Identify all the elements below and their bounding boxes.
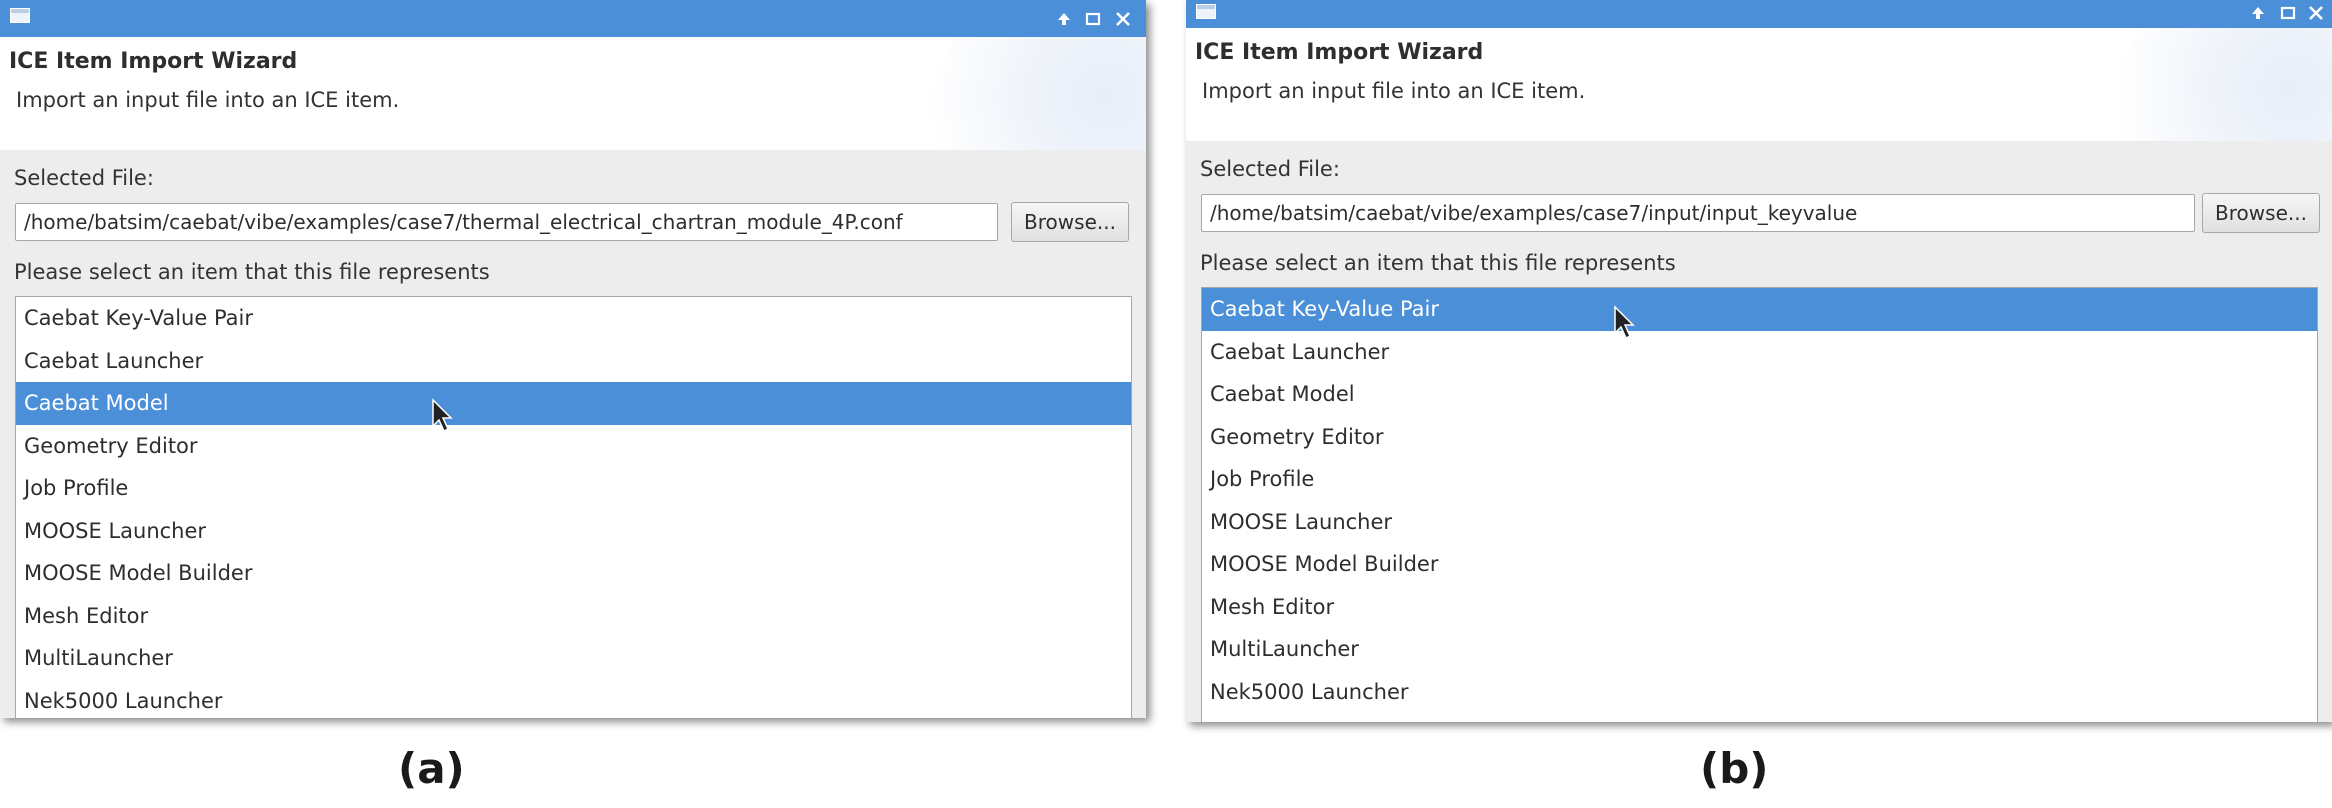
wizard-window-a: ICE Item Import Wizard Import an input f… <box>0 0 1146 718</box>
item-type-list[interactable]: Caebat Key-Value Pair Caebat Launcher Caeb… <box>1201 287 2318 722</box>
wizard-body: Selected File: /home/batsim/caebat/vibe/… <box>0 150 1146 718</box>
list-item[interactable]: MultiLauncher <box>16 637 1131 680</box>
list-item[interactable]: Caebat Launcher <box>1202 331 2317 374</box>
selected-file-field[interactable]: /home/batsim/caebat/vibe/examples/case7/… <box>1201 194 2195 232</box>
maximize-icon[interactable] <box>1082 8 1104 30</box>
mouse-cursor-icon <box>432 398 453 433</box>
selected-file-field[interactable]: /home/batsim/caebat/vibe/examples/case7/… <box>15 203 998 241</box>
list-item[interactable]: Geometry Editor <box>1202 416 2317 459</box>
selected-file-label: Selected File: <box>14 166 154 190</box>
wizard-title: ICE Item Import Wizard <box>9 49 298 74</box>
window-titlebar[interactable] <box>1186 0 2332 28</box>
header-banner-graphic <box>2112 28 2332 141</box>
item-select-prompt: Please select an item that this file rep… <box>1200 251 1676 275</box>
list-item[interactable]: Caebat Model <box>16 382 1131 425</box>
list-item[interactable]: MultiLauncher <box>1202 628 2317 671</box>
list-item[interactable]: Job Profile <box>16 467 1131 510</box>
wizard-title: ICE Item Import Wizard <box>1195 40 1484 65</box>
wizard-body: Selected File: /home/batsim/caebat/vibe/… <box>1186 141 2332 722</box>
item-type-list[interactable]: Caebat Key-Value Pair Caebat Launcher Caeb… <box>15 296 1132 718</box>
list-item[interactable]: MOOSE Launcher <box>16 510 1131 553</box>
list-item[interactable]: Caebat Key-Value Pair <box>16 297 1131 340</box>
wizard-header: ICE Item Import Wizard Import an input f… <box>0 37 1146 150</box>
arrow-up-icon[interactable] <box>2247 2 2269 24</box>
list-item[interactable]: MOOSE Model Builder <box>16 552 1131 595</box>
header-banner-graphic <box>926 37 1146 150</box>
maximize-icon[interactable] <box>2277 2 2299 24</box>
list-item[interactable]: MOOSE Model Builder <box>1202 543 2317 586</box>
close-icon[interactable] <box>2305 2 2327 24</box>
wizard-header: ICE Item Import Wizard Import an input f… <box>1186 28 2332 141</box>
browse-button[interactable]: Browse... <box>1011 202 1129 242</box>
list-item[interactable]: Caebat Launcher <box>16 340 1131 383</box>
wizard-window-b: ICE Item Import Wizard Import an input f… <box>1186 0 2332 722</box>
wizard-description: Import an input file into an ICE item. <box>16 88 400 112</box>
selected-file-label: Selected File: <box>1200 157 1340 181</box>
browse-button[interactable]: Browse... <box>2202 193 2320 233</box>
list-item[interactable]: Nek5000 Launcher <box>1202 671 2317 714</box>
list-item[interactable]: Mesh Editor <box>16 595 1131 638</box>
list-item[interactable]: Job Profile <box>1202 458 2317 501</box>
close-icon[interactable] <box>1112 8 1134 30</box>
list-item[interactable]: Caebat Model <box>1202 373 2317 416</box>
mouse-cursor-icon <box>1614 305 1635 340</box>
list-item[interactable]: MOOSE Launcher <box>1202 501 2317 544</box>
window-titlebar[interactable] <box>0 0 1146 37</box>
list-item[interactable]: Nek5000 Launcher <box>16 680 1131 719</box>
list-item[interactable]: Geometry Editor <box>16 425 1131 468</box>
wizard-description: Import an input file into an ICE item. <box>1202 79 1586 103</box>
item-select-prompt: Please select an item that this file rep… <box>14 260 490 284</box>
list-item[interactable]: Mesh Editor <box>1202 586 2317 629</box>
window-menu-icon[interactable] <box>10 8 30 23</box>
arrow-up-icon[interactable] <box>1053 8 1075 30</box>
list-item[interactable]: Caebat Key-Value Pair <box>1202 288 2317 331</box>
panel-caption-b: (b) <box>1700 744 1769 793</box>
window-menu-icon[interactable] <box>1196 4 1216 19</box>
panel-caption-a: (a) <box>398 744 465 793</box>
